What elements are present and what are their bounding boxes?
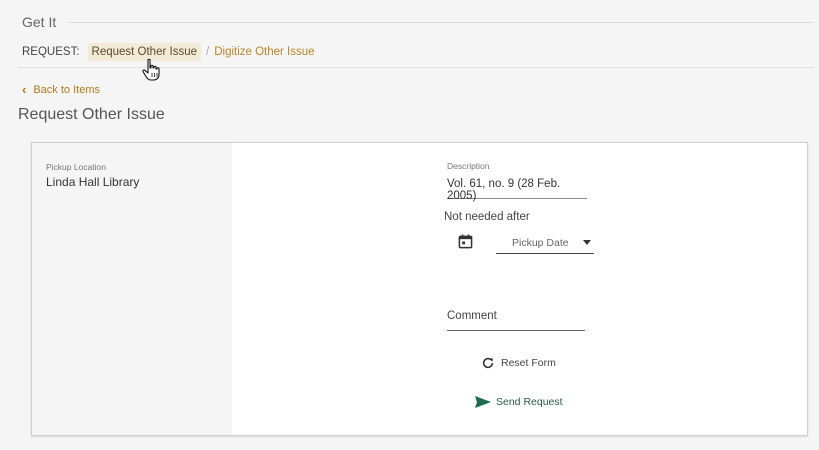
comment-placeholder: Comment — [447, 310, 497, 322]
description-value: Vol. 61, no. 9 (28 Feb. 2005) — [447, 178, 561, 202]
request-form-card: Pickup Location Linda Hall Library Descr… — [31, 142, 808, 436]
pickup-date-placeholder: Pickup Date — [512, 237, 569, 249]
chevron-left-icon: ‹ — [22, 82, 27, 97]
description-label: Description — [447, 161, 490, 171]
refresh-icon — [482, 357, 494, 369]
send-icon — [475, 396, 491, 408]
send-request-button[interactable]: Send Request — [474, 395, 563, 409]
pickup-location-value[interactable]: Linda Hall Library — [46, 175, 139, 189]
hand-pointer-icon — [142, 58, 160, 81]
send-request-label: Send Request — [496, 396, 563, 408]
get-it-title: Get It — [22, 14, 57, 30]
tab-digitize-other-issue[interactable]: Digitize Other Issue — [214, 46, 314, 58]
back-to-items-label: Back to Items — [33, 83, 100, 96]
calendar-icon[interactable] — [458, 234, 473, 249]
not-needed-after-label: Not needed after — [444, 211, 530, 223]
back-to-items-link[interactable]: ‹ Back to Items — [22, 82, 100, 97]
caret-down-icon — [583, 240, 591, 245]
pickup-location-label: Pickup Location — [46, 162, 107, 172]
header-divider — [68, 21, 814, 23]
pickup-date-field[interactable]: Pickup Date — [496, 233, 594, 254]
description-select[interactable]: Vol. 61, no. 9 (28 Feb. 2005) — [447, 175, 587, 202]
section-divider — [18, 67, 814, 68]
request-type-row: REQUEST: Request Other Issue / Digitize … — [22, 41, 315, 63]
request-label: REQUEST: — [22, 46, 80, 58]
tab-separator: / — [206, 46, 210, 58]
get-it-header: Get It — [22, 12, 814, 32]
reset-form-label: Reset Form — [501, 357, 556, 369]
reset-form-button[interactable]: Reset Form — [481, 356, 556, 370]
page-title: Request Other Issue — [18, 106, 165, 123]
comment-field[interactable]: Comment — [447, 310, 585, 331]
